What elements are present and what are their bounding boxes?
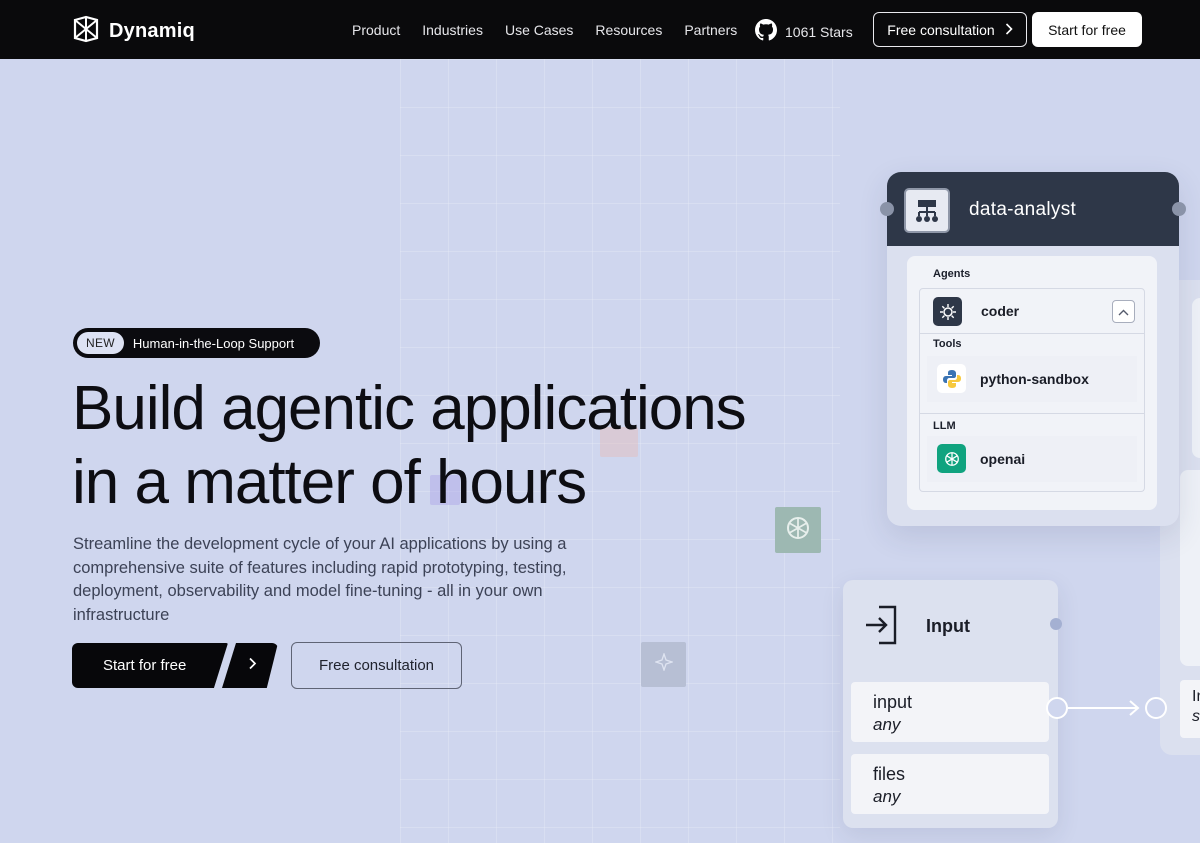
field-name: input — [873, 692, 913, 712]
chevron-up-icon — [1118, 303, 1129, 321]
sparkle-icon — [653, 651, 674, 676]
announcement-badge[interactable]: NEW Human-in-the-Loop Support — [73, 328, 320, 358]
github-stars-link[interactable]: 1061 Stars — [755, 19, 853, 44]
hero-free-consultation-button[interactable]: Free consultation — [291, 642, 462, 689]
llm-section-label: LLM — [933, 420, 956, 432]
section-divider — [919, 413, 1145, 414]
top-navbar: Dynamiq Product Industries Use Cases Res… — [0, 0, 1200, 59]
input-node-title: Input — [926, 616, 970, 636]
partial-field: In s — [1180, 680, 1200, 738]
agent-node-body: Agents coder Tools python-sandbox LLM op… — [907, 256, 1157, 510]
hero-start-arrow-button[interactable] — [222, 643, 278, 688]
brand-logo[interactable]: Dynamiq — [72, 15, 195, 48]
input-field-input[interactable]: input any — [851, 682, 1049, 742]
field-type: any — [873, 715, 901, 734]
python-icon — [937, 364, 966, 393]
nav-consult-label: Free consultation — [887, 21, 995, 38]
hero-subtitle: Streamline the development cycle of your… — [73, 535, 567, 624]
partial-node-inner — [1192, 298, 1200, 458]
nav-start-free-button[interactable]: Start for free — [1032, 12, 1142, 47]
node-port-left[interactable] — [880, 202, 894, 216]
input-node-card[interactable]: Input input any files any — [843, 580, 1062, 828]
nav-link-industries[interactable]: Industries — [422, 22, 483, 38]
tool-row-python-sandbox[interactable]: python-sandbox — [927, 356, 1137, 402]
nav-link-use-cases[interactable]: Use Cases — [505, 22, 573, 38]
sign-in-icon — [865, 605, 899, 650]
agent-node-title: data-analyst — [969, 199, 1077, 220]
github-icon — [755, 19, 777, 44]
hero-title-line-1: Build agentic applications — [72, 374, 747, 443]
partial-field-type: s — [1192, 708, 1200, 725]
field-name: files — [873, 764, 906, 784]
input-field-files[interactable]: files any — [851, 754, 1049, 814]
nav-link-resources[interactable]: Resources — [595, 22, 662, 38]
node-port-right[interactable] — [1050, 618, 1062, 630]
hero-title-line-2: in a matter of hours — [72, 448, 587, 517]
brand-name: Dynamiq — [109, 20, 195, 42]
chip-icon — [933, 297, 962, 326]
nav-links: Product Industries Use Cases Resources P… — [352, 0, 759, 59]
tools-section-label: Tools — [933, 338, 962, 350]
collapse-button[interactable] — [1112, 300, 1135, 323]
nav-link-product[interactable]: Product — [352, 22, 400, 38]
hero-start-free-button[interactable]: Start for free — [72, 643, 228, 688]
tool-name: python-sandbox — [980, 371, 1089, 387]
chevron-right-icon — [1005, 22, 1013, 38]
llm-row-openai[interactable]: openai — [927, 436, 1137, 482]
chevron-right-icon — [248, 657, 257, 675]
agent-node-card[interactable]: data-analyst Agents coder Tools python-s… — [880, 172, 1186, 526]
field-type: any — [873, 787, 901, 806]
agent-row-coder[interactable]: coder — [919, 288, 1145, 334]
openai-icon — [937, 444, 966, 473]
agent-name: coder — [981, 303, 1020, 319]
floating-sparkle-tile — [641, 642, 686, 687]
input-port[interactable] — [1145, 697, 1167, 719]
hero-title: Build agentic applications in a matter o… — [72, 372, 832, 520]
hierarchy-icon — [904, 188, 950, 233]
partial-field-name: In — [1192, 688, 1200, 705]
agent-node-header: data-analyst — [887, 172, 1179, 246]
new-tag: NEW — [77, 332, 124, 354]
llm-name: openai — [980, 451, 1026, 467]
connector-arrow — [1068, 698, 1144, 723]
dynamiq-logo-icon — [72, 15, 100, 48]
github-stars-count: 1061 Stars — [785, 23, 853, 40]
nav-link-partners[interactable]: Partners — [684, 22, 737, 38]
agents-section-label: Agents — [933, 268, 971, 280]
output-port[interactable] — [1046, 697, 1068, 719]
nav-free-consultation-button[interactable]: Free consultation — [873, 12, 1027, 47]
announcement-text: Human-in-the-Loop Support — [132, 335, 295, 351]
partial-node-inner — [1180, 470, 1200, 666]
node-port-right[interactable] — [1172, 202, 1186, 216]
